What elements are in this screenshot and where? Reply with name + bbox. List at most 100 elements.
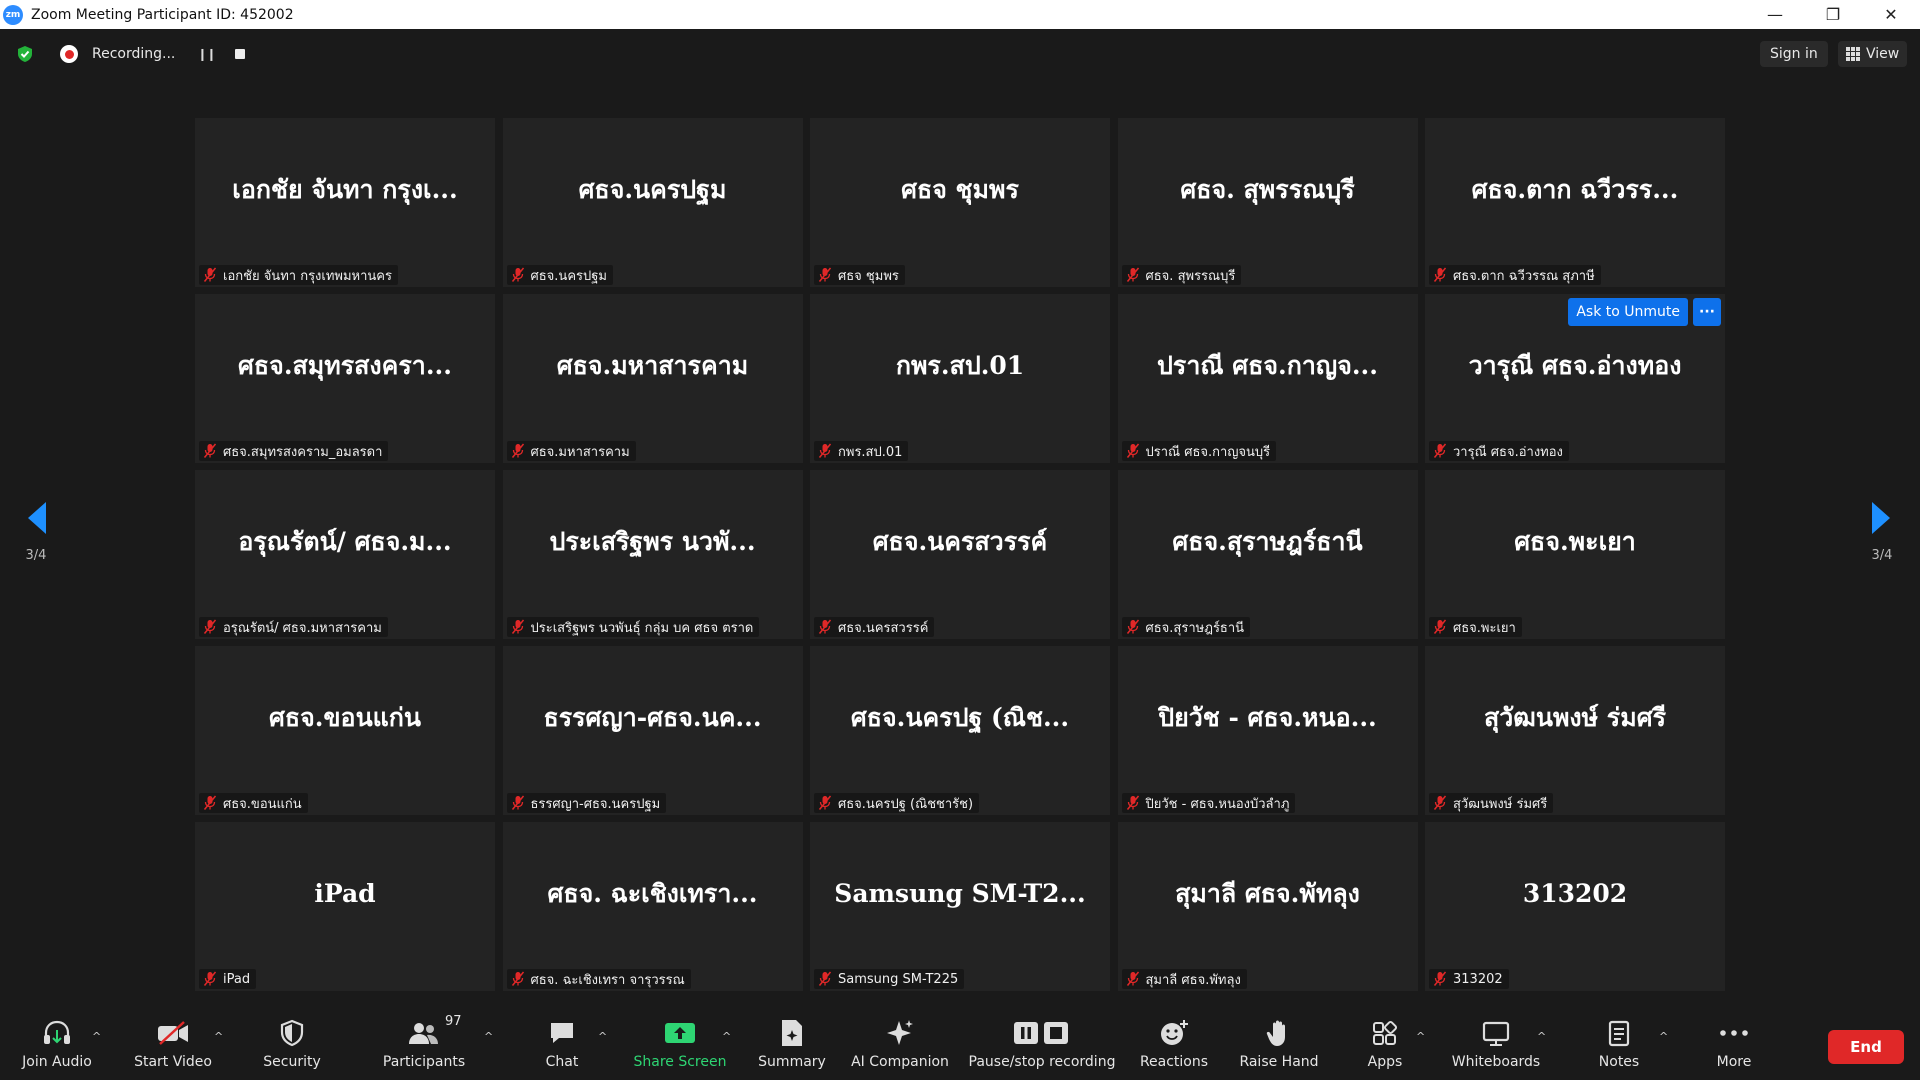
tile-more-options-button[interactable]: ··· [1693,298,1721,326]
participant-tile[interactable]: ศธจ.นครสวรรค์ ศธจ.นครสวรรค์ [810,470,1110,639]
join-audio-button[interactable]: Join Audio [14,1016,100,1076]
participant-tile[interactable]: ศธจ. สุพรรณบุรี ศธจ. สุพรรณบุรี [1117,118,1418,287]
participant-tile[interactable]: ศธจ.สุราษฎร์ธานี ศธจ.สุราษฎร์ธานี [1117,470,1418,639]
participant-tile[interactable]: กพร.สป.01 กพร.สป.01 [810,294,1110,463]
participant-tile[interactable]: ศธจ.นครปฐ (ณิช... ศธจ.นครปฐ (ณิชชารัช) [810,646,1110,815]
participant-display-name: iPad [195,822,495,965]
mic-muted-icon [1126,795,1139,810]
participant-tile[interactable]: วารุณี ศธจ.อ่างทอง วารุณี ศธจ.อ่างทอง As… [1425,294,1725,463]
participant-display-name: Samsung SM-T2... [810,822,1110,965]
pause-recording-icon[interactable]: ❙❙ [197,47,216,61]
apps-button[interactable]: Apps [1346,1016,1424,1076]
end-meeting-button[interactable]: End [1828,1030,1904,1064]
participant-name-label-text: ศธจ. ฉะเชิงเทรา จารุวรรณ [530,972,685,988]
participant-name-label-text: ธรรศญา-ศธจ.นครปฐม [530,796,661,812]
participant-name-label: ปราณี ศธจ.กาญจนบุรี [1121,441,1277,461]
participant-tile[interactable]: ธรรศญา-ศธจ.นค... ธรรศญา-ศธจ.นครปฐม [502,646,803,815]
participant-display-name-text: ศธจ.สุราษฎร์ธานี [1172,526,1363,556]
share-options-caret-icon[interactable]: ^ [722,1030,731,1043]
audio-options-caret-icon[interactable]: ^ [92,1030,101,1043]
participant-tile[interactable]: เอกชัย จันทา กรุงเ... เอกชัย จันทา กรุงเ… [195,118,495,287]
more-label: More [1716,1054,1752,1070]
minimize-button[interactable]: — [1746,0,1804,29]
notes-options-caret-icon[interactable]: ^ [1659,1030,1668,1043]
participant-display-name: ปิยวัช - ศธจ.หนอ... [1118,646,1418,789]
participant-tile[interactable]: 313202 313202 [1425,822,1725,991]
chat-button[interactable]: Chat [526,1016,598,1076]
participant-name-label: ศธจ.ขอนแก่น [199,793,308,813]
participant-name-label-text: ศธจ.นครสวรรค์ [838,620,929,636]
ai-companion-button[interactable]: AI Companion [848,1016,952,1076]
participant-display-name: ศธจ.ตาก ฉวีวรร... [1425,118,1725,261]
chat-options-caret-icon[interactable]: ^ [598,1030,607,1043]
participant-tile[interactable]: ศธจ. ฉะเชิงเทรา... ศธจ. ฉะเชิงเทรา จารุว… [502,822,803,991]
participant-name-label-text: สุวัฒนพงษ์ ร่มศรี [1453,796,1548,812]
notes-button[interactable]: Notes [1580,1016,1658,1076]
participant-display-name: ศธจ. สุพรรณบุรี [1118,118,1418,261]
participant-name-label: Samsung SM-T225 [814,969,965,989]
participant-name-label: ศธจ.นครปฐม [506,265,613,285]
close-button[interactable]: ✕ [1862,0,1920,29]
chevron-right-icon [1872,502,1890,534]
participant-name-label: iPad [199,969,257,989]
more-button[interactable]: More [1694,1016,1774,1076]
participant-display-name-text: ศธจ. ฉะเชิงเทรา... [547,878,758,908]
restore-button[interactable]: ❐ [1804,0,1862,29]
participants-options-caret-icon[interactable]: ^ [484,1030,493,1043]
encryption-shield-icon[interactable] [16,45,34,63]
mic-muted-icon [511,619,524,634]
previous-page-button[interactable]: 3/4 [14,500,58,600]
participant-tile[interactable]: ศธจ.สมุทรสงครา... ศธจ.สมุทรสงคราม_อมลรดา [195,294,495,463]
pause-stop-recording-button[interactable]: Pause/stop recording [968,1016,1116,1076]
participant-name-label: สุมาลี ศธจ.พัทลุง [1121,969,1247,989]
whiteboards-options-caret-icon[interactable]: ^ [1537,1030,1546,1043]
participant-tile[interactable]: ศธจ.ขอนแก่น ศธจ.ขอนแก่น [195,646,495,815]
participant-display-name-text: สุวัฒนพงษ์ ร่มศรี [1483,702,1667,732]
participant-tile[interactable]: ประเสริฐพร นวพั... ประเสริฐพร นวพันธุ์ ก… [502,470,803,639]
participant-display-name: ศธจ.นครปฐ (ณิช... [810,646,1110,789]
mic-muted-icon [818,971,832,986]
share-screen-icon [665,1023,695,1043]
participant-tile[interactable]: ปิยวัช - ศธจ.หนอ... ปิยวัช - ศธจ.หนองบัว… [1117,646,1418,815]
mic-muted-icon [1433,619,1447,634]
video-options-caret-icon[interactable]: ^ [214,1030,223,1043]
participant-tile[interactable]: ศธจ.นครปฐม ศธจ.นครปฐม [502,118,803,287]
participant-name-label: อรุณรัตน์/ ศธจ.มหาสารคาม [199,617,388,637]
participant-tile[interactable]: ศธจ.มหาสารคาม ศธจ.มหาสารคาม [502,294,803,463]
reactions-label: Reactions [1139,1054,1209,1070]
ask-to-unmute-button[interactable]: Ask to Unmute [1568,298,1688,326]
reactions-button[interactable]: Reactions [1134,1016,1214,1076]
participant-display-name: ศธจ.พะเยา [1425,470,1725,613]
whiteboards-button[interactable]: Whiteboards [1448,1016,1544,1076]
ai-sparkle-icon [887,1020,913,1045]
whiteboard-icon [1482,1021,1510,1046]
participant-tile[interactable]: ศธจ ชุมพร ศธจ ชุมพร [810,118,1110,287]
start-video-button[interactable]: Start Video [130,1016,216,1076]
participant-display-name: ศธจ.สมุทรสงครา... [195,294,495,437]
stop-recording-icon[interactable] [235,49,246,59]
participant-tile[interactable]: สุมาลี ศธจ.พัทลุง สุมาลี ศธจ.พัทลุง [1117,822,1418,991]
participant-name-label: ศธจ.นครสวรรค์ [814,617,935,637]
share-screen-label: Share Screen [633,1054,727,1070]
meeting-topbar: Recording... ❙❙ Sign in View [0,29,1920,77]
sign-in-button[interactable]: Sign in [1760,41,1828,67]
participant-tile[interactable]: Samsung SM-T2... Samsung SM-T225 [810,822,1110,991]
raise-hand-button[interactable]: Raise Hand [1236,1016,1322,1076]
participant-tile[interactable]: อรุณรัตน์/ ศธจ.ม... อรุณรัตน์/ ศธจ.มหาสา… [195,470,495,639]
participant-tile[interactable]: ศธจ.พะเยา ศธจ.พะเยา [1425,470,1725,639]
next-page-button[interactable]: 3/4 [1860,500,1904,600]
apps-options-caret-icon[interactable]: ^ [1416,1030,1425,1043]
participant-name-label-text: ปิยวัช - ศธจ.หนองบัวลำภู [1145,796,1290,812]
participant-display-name: กพร.สป.01 [810,294,1110,437]
participants-icon [409,1023,438,1044]
participant-tile[interactable]: ปราณี ศธจ.กาญจ... ปราณี ศธจ.กาญจนบุรี [1117,294,1418,463]
participant-tile[interactable]: iPad iPad [195,822,495,991]
mic-muted-icon [203,619,217,634]
summary-button[interactable]: Summary [752,1016,832,1076]
view-button[interactable]: View [1838,41,1908,67]
participant-tile[interactable]: ศธจ.ตาก ฉวีวรร... ศธจ.ตาก ฉวีวรรณ สุภาษี [1425,118,1725,287]
participant-tile[interactable]: สุวัฒนพงษ์ ร่มศรี สุวัฒนพงษ์ ร่มศรี [1425,646,1725,815]
share-screen-button[interactable]: Share Screen [630,1016,730,1076]
recording-status-text: Recording... [92,46,176,62]
security-button[interactable]: Security [252,1016,332,1076]
